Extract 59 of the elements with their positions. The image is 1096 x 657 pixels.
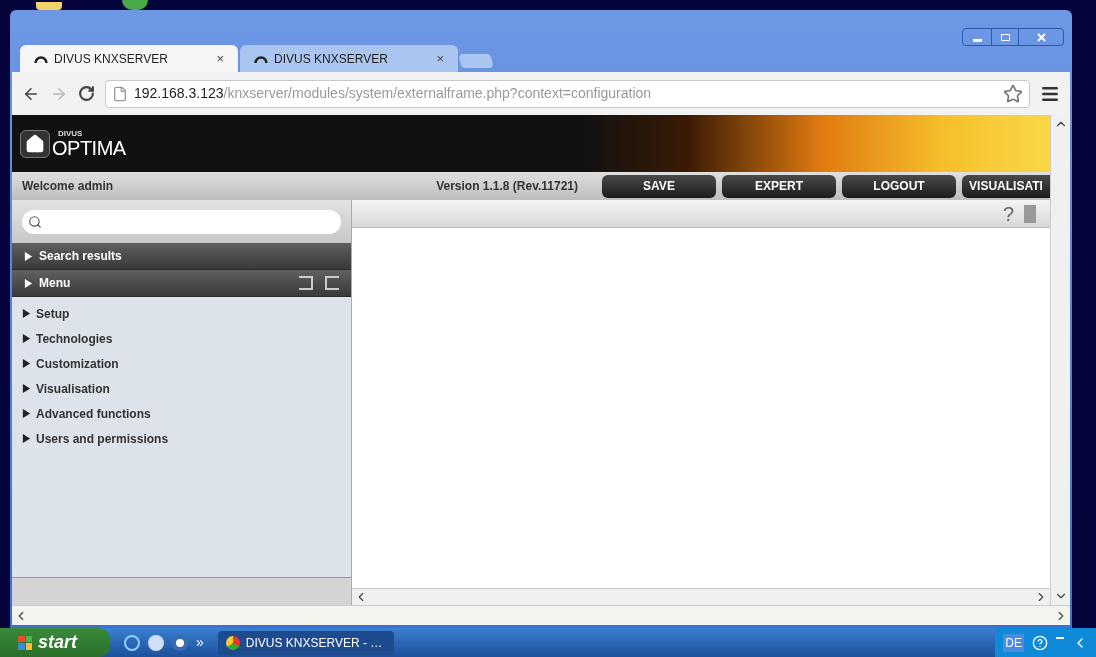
toolbar-button[interactable]: EXPERT <box>722 174 836 198</box>
menu-item[interactable]: Customization <box>12 351 351 376</box>
help-icon[interactable]: ? <box>1002 198 1014 229</box>
version-text: Version 1.1.8 (Rev.11721) <box>436 178 578 195</box>
menu-item[interactable]: Users and permissions <box>12 426 351 451</box>
vertical-scrollbar[interactable] <box>1050 115 1070 605</box>
folder-icon[interactable] <box>36 2 62 10</box>
browser-icon[interactable] <box>122 0 148 10</box>
menu-item[interactable]: Technologies <box>12 326 351 351</box>
triangle-icon <box>22 334 31 343</box>
brand-name: OPTIMA <box>52 137 126 158</box>
help-icon[interactable] <box>1032 634 1048 651</box>
expand-all-icon[interactable] <box>299 276 313 290</box>
collapse-all-icon[interactable] <box>325 276 339 290</box>
bookmark-star-icon[interactable] <box>1003 83 1023 104</box>
toolbar-button[interactable]: VISUALISATI <box>962 174 1050 198</box>
welcome-text: Welcome admin <box>22 178 114 195</box>
home-logo-icon <box>20 129 50 158</box>
search-field[interactable] <box>22 209 341 234</box>
reload-icon[interactable] <box>78 85 95 102</box>
triangle-icon <box>22 384 31 393</box>
horizontal-scrollbar[interactable] <box>352 588 1050 605</box>
toolbar-button[interactable]: LOGOUT <box>842 174 956 198</box>
section-header[interactable]: Search results <box>12 243 351 270</box>
tab-title: DIVUS KNXSERVER <box>274 50 389 68</box>
close-icon <box>1036 32 1046 42</box>
triangle-icon <box>22 409 31 418</box>
url-text: 192.168.3.123/knxserver/modules/system/externalframe.php?context=configuration <box>134 84 652 103</box>
menu-item[interactable]: Setup <box>12 301 351 326</box>
browser-icon <box>225 635 240 650</box>
triangle-icon <box>22 359 31 368</box>
menu-item[interactable]: Advanced functions <box>12 401 351 426</box>
address-field[interactable]: 192.168.3.123/knxserver/modules/system/externalframe.php?context=configuration <box>105 79 1030 108</box>
tab-close-button[interactable]: × <box>436 48 444 69</box>
quick-launch-icon[interactable] <box>172 634 188 651</box>
section-header[interactable]: Menu <box>12 270 351 297</box>
page-horizontal-scrollbar[interactable] <box>12 605 1070 625</box>
menu-item[interactable]: Visualisation <box>12 376 351 401</box>
toolbar-button[interactable]: SAVE <box>602 174 716 198</box>
brand-small: DIVUS <box>58 129 84 138</box>
browser-tab[interactable]: DIVUS KNXSERVER × <box>20 45 238 72</box>
tab-close-button[interactable]: × <box>216 48 224 69</box>
triangle-icon <box>22 434 31 443</box>
triangle-icon <box>24 251 33 261</box>
start-button[interactable]: start <box>0 628 110 657</box>
quick-launch-icon[interactable] <box>124 634 140 651</box>
overflow-chevron[interactable]: » <box>196 632 204 653</box>
arc-icon <box>34 54 48 63</box>
quick-launch-icon[interactable] <box>148 634 164 651</box>
arc-icon <box>254 54 268 63</box>
page-icon <box>112 85 128 102</box>
search-icon <box>28 214 42 229</box>
triangle-icon <box>22 309 31 318</box>
taskbar-item[interactable]: DIVUS KNXSERVER - … <box>217 630 394 655</box>
triangle-icon <box>24 278 33 288</box>
tab-title: DIVUS KNXSERVER <box>54 50 169 68</box>
windows-logo-icon <box>18 635 32 650</box>
browser-tab[interactable]: DIVUS KNXSERVER × <box>240 45 458 72</box>
maximize-button[interactable] <box>991 29 1019 45</box>
